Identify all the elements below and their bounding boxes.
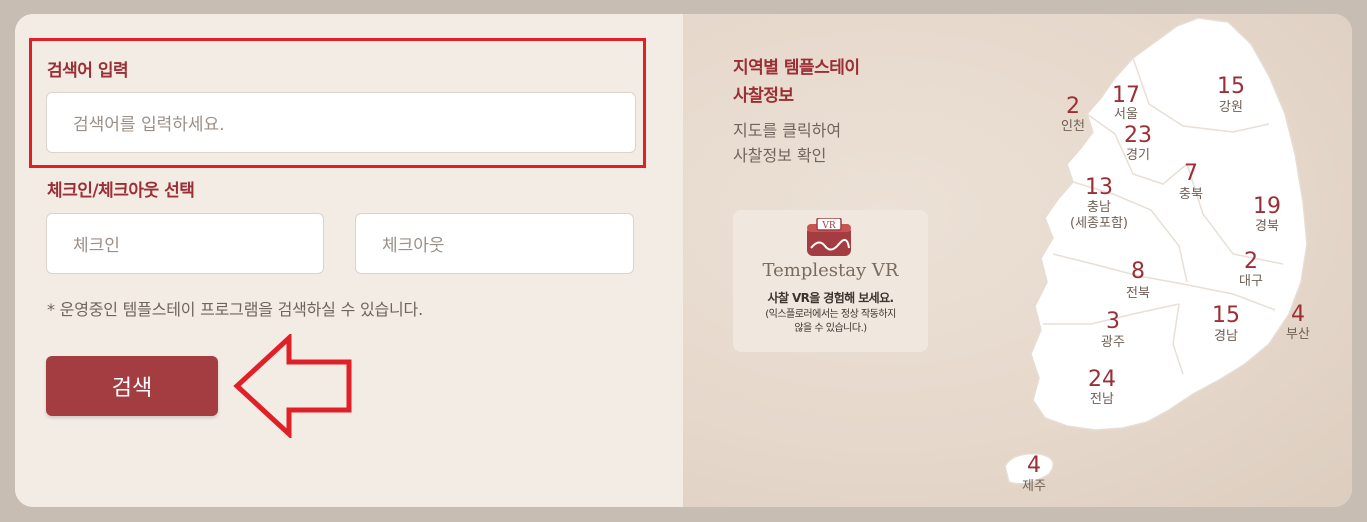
region-desc: 지도를 클릭하여 사찰정보 확인 — [733, 118, 841, 168]
search-button[interactable]: 검색 — [46, 356, 218, 416]
region-count: 15 — [1212, 303, 1240, 328]
region-count: 7 — [1184, 161, 1198, 186]
region-info: 지역별 템플스테이 사찰정보 지도를 클릭하여 사찰정보 확인 VR Templ… — [683, 14, 1352, 507]
region-gyeongnam[interactable]: 15경남 — [1212, 303, 1240, 344]
vr-badge: VR — [821, 221, 835, 231]
region-name: 강원 — [1219, 100, 1243, 115]
date-label: 체크인/체크아웃 선택 — [47, 181, 195, 201]
region-name: 서울 — [1114, 107, 1138, 122]
region-name: 전북 — [1126, 286, 1150, 301]
region-count: 2 — [1244, 249, 1258, 274]
region-name: 경기 — [1126, 148, 1150, 163]
keyword-input[interactable]: 검색어를 입력하세요. — [46, 92, 636, 153]
region-desc-line: 지도를 클릭하여 — [733, 121, 842, 140]
region-count: 17 — [1112, 83, 1140, 108]
region-count: 8 — [1131, 259, 1145, 284]
region-count: 4 — [1027, 453, 1041, 478]
region-incheon[interactable]: 2인천 — [1061, 94, 1085, 134]
region-name: 인천 — [1061, 119, 1085, 134]
region-count: 24 — [1088, 367, 1116, 392]
checkin-input[interactable]: 체크인 — [46, 213, 324, 274]
vr-drum-icon: VR — [807, 218, 851, 256]
region-name: 충남 — [1087, 200, 1111, 215]
vr-subtitle: 사찰 VR을 경험해 보세요. — [767, 291, 895, 305]
region-gangwon[interactable]: 15강원 — [1217, 74, 1245, 115]
checkout-input[interactable]: 체크아웃 — [355, 213, 634, 274]
region-title-line: 지역별 템플스테이 — [733, 58, 860, 78]
region-extra: (세종포함) — [1070, 216, 1128, 231]
region-gyeonggi[interactable]: 23경기 — [1124, 123, 1152, 163]
region-name: 전남 — [1090, 392, 1114, 407]
korea-map: 2인천 17서울 15강원 23경기 7충북 13충남(세종포함) 19경북 2… — [1004, 17, 1310, 494]
arrow-left-icon — [233, 334, 352, 438]
vr-note: (익스플로러에서는 정상 작동하지 않을 수 있습니다.) — [733, 308, 928, 336]
region-title: 지역별 템플스테이 사찰정보 — [733, 54, 860, 110]
region-name: 광주 — [1101, 335, 1125, 350]
region-gyeongbuk[interactable]: 19경북 — [1253, 194, 1281, 234]
region-name: 경북 — [1255, 219, 1279, 234]
region-count: 23 — [1124, 123, 1152, 148]
region-count: 2 — [1066, 94, 1080, 119]
region-count: 13 — [1085, 175, 1113, 200]
region-count: 15 — [1217, 74, 1245, 99]
vr-title: Templestay VR — [762, 260, 899, 281]
search-form: 검색어 입력 검색어를 입력하세요. 체크인/체크아웃 선택 체크인 체크아웃 … — [15, 14, 683, 507]
region-count: 4 — [1291, 302, 1305, 327]
region-name: 부산 — [1286, 327, 1310, 342]
keyword-label: 검색어 입력 — [47, 61, 129, 81]
templestay-vr-card[interactable]: VR Templestay VR 사찰 VR을 경험해 보세요. (익스플로러에… — [733, 210, 928, 352]
region-title-line: 사찰정보 — [733, 86, 794, 106]
region-count: 19 — [1253, 194, 1281, 219]
search-note: * 운영중인 템플스테이 프로그램을 검색하실 수 있습니다. — [47, 300, 423, 319]
search-panel: 검색어 입력 검색어를 입력하세요. 체크인/체크아웃 선택 체크인 체크아웃 … — [15, 14, 1352, 507]
region-name: 제주 — [1022, 479, 1046, 494]
region-jeonnam[interactable]: 24전남 — [1088, 367, 1116, 407]
region-desc-line: 사찰정보 확인 — [733, 146, 827, 165]
region-name: 경남 — [1214, 329, 1238, 344]
vr-note-line: 않을 수 있습니다.) — [794, 323, 867, 334]
region-name: 충북 — [1179, 187, 1203, 202]
vr-note-line: (익스플로러에서는 정상 작동하지 — [765, 309, 896, 320]
region-seoul[interactable]: 17서울 — [1112, 83, 1140, 122]
region-name: 대구 — [1239, 274, 1263, 289]
region-count: 3 — [1106, 309, 1120, 334]
